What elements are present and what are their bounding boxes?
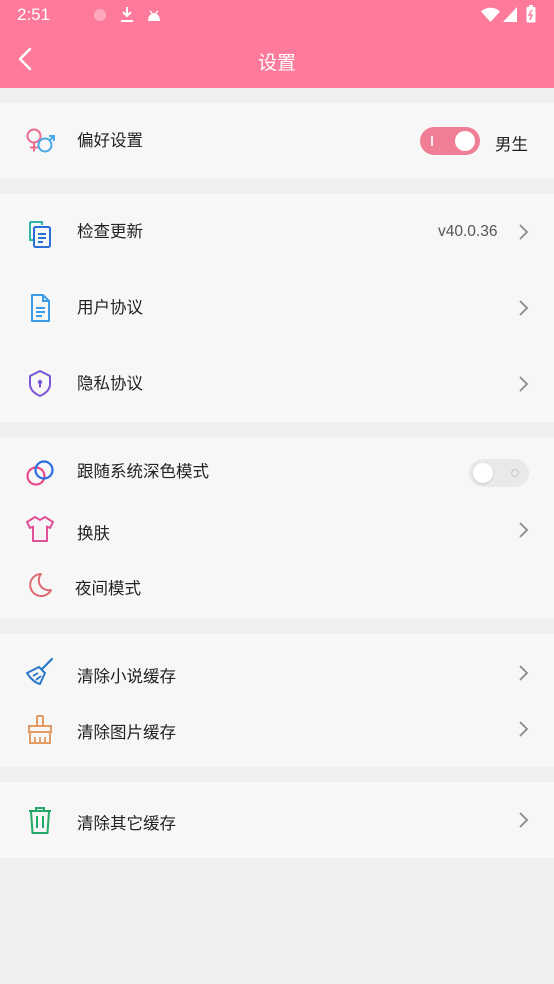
toggle-knob [473, 463, 493, 483]
android-icon [148, 10, 160, 21]
shield-lock-icon [29, 370, 51, 397]
status-time: 2:51 [17, 5, 51, 24]
about-section: 检查更新 v40.0.36 用户协议 隐私协议 [0, 194, 554, 422]
chevron-right-icon [519, 376, 529, 392]
tshirt-icon [26, 516, 54, 542]
clear-image-cache-label: 清除图片缓存 [77, 723, 176, 742]
rings-icon [26, 460, 54, 486]
document-icon [31, 294, 50, 322]
chevron-right-icon [519, 224, 529, 240]
dark-mode-row[interactable]: 跟随系统深色模式 [0, 437, 554, 503]
night-mode-row[interactable]: 夜间模式 [0, 559, 554, 619]
dark-mode-toggle[interactable] [469, 459, 529, 487]
skin-label: 换肤 [77, 524, 110, 543]
preferences-row[interactable]: 偏好设置 男生 [0, 103, 554, 179]
gender-toggle[interactable] [420, 127, 480, 155]
toggle-indicator [431, 136, 433, 146]
notification-dot-icon [94, 9, 106, 21]
skin-row[interactable]: 换肤 [0, 503, 554, 559]
clear-other-cache-label: 清除其它缓存 [77, 814, 176, 833]
cache-section: 清除小说缓存 清除图片缓存 [0, 634, 554, 767]
broom-icon [26, 657, 54, 685]
user-agreement-label: 用户协议 [77, 298, 143, 317]
chevron-right-icon [519, 665, 529, 681]
dark-mode-label: 跟随系统深色模式 [77, 462, 209, 481]
clear-novel-cache-label: 清除小说缓存 [77, 667, 176, 686]
page-title: 设置 [257, 52, 296, 74]
check-update-label: 检查更新 [77, 222, 143, 241]
toggle-indicator [511, 469, 519, 477]
chevron-right-icon [519, 812, 529, 828]
version-value: v40.0.36 [438, 223, 498, 240]
copy-document-icon [29, 221, 51, 248]
signal-icon [503, 7, 517, 22]
app-header: 设置 [0, 30, 554, 88]
appearance-section: 跟随系统深色模式 换肤 夜间模式 [0, 437, 554, 619]
chevron-right-icon [519, 721, 529, 737]
battery-icon [526, 5, 536, 23]
night-mode-label: 夜间模式 [75, 579, 141, 598]
download-icon [121, 7, 133, 22]
gender-icon [26, 128, 55, 153]
preferences-section: 偏好设置 男生 [0, 103, 554, 179]
privacy-row[interactable]: 隐私协议 [0, 346, 554, 422]
chevron-right-icon [519, 300, 529, 316]
toggle-knob [455, 131, 475, 151]
privacy-label: 隐私协议 [77, 374, 143, 393]
trash-icon [29, 807, 51, 834]
clear-other-cache-row[interactable]: 清除其它缓存 [0, 782, 554, 858]
user-agreement-row[interactable]: 用户协议 [0, 270, 554, 346]
clear-image-cache-row[interactable]: 清除图片缓存 [0, 700, 554, 767]
gender-value: 男生 [495, 135, 528, 154]
clear-novel-cache-row[interactable]: 清除小说缓存 [0, 634, 554, 700]
check-update-row[interactable]: 检查更新 v40.0.36 [0, 194, 554, 270]
other-cache-section: 清除其它缓存 [0, 782, 554, 858]
wifi-icon [481, 7, 500, 22]
status-bar: 2:51 [0, 0, 554, 30]
moon-icon [29, 573, 52, 597]
brush-icon [28, 715, 52, 744]
preferences-label: 偏好设置 [77, 131, 143, 150]
chevron-right-icon [519, 522, 529, 538]
